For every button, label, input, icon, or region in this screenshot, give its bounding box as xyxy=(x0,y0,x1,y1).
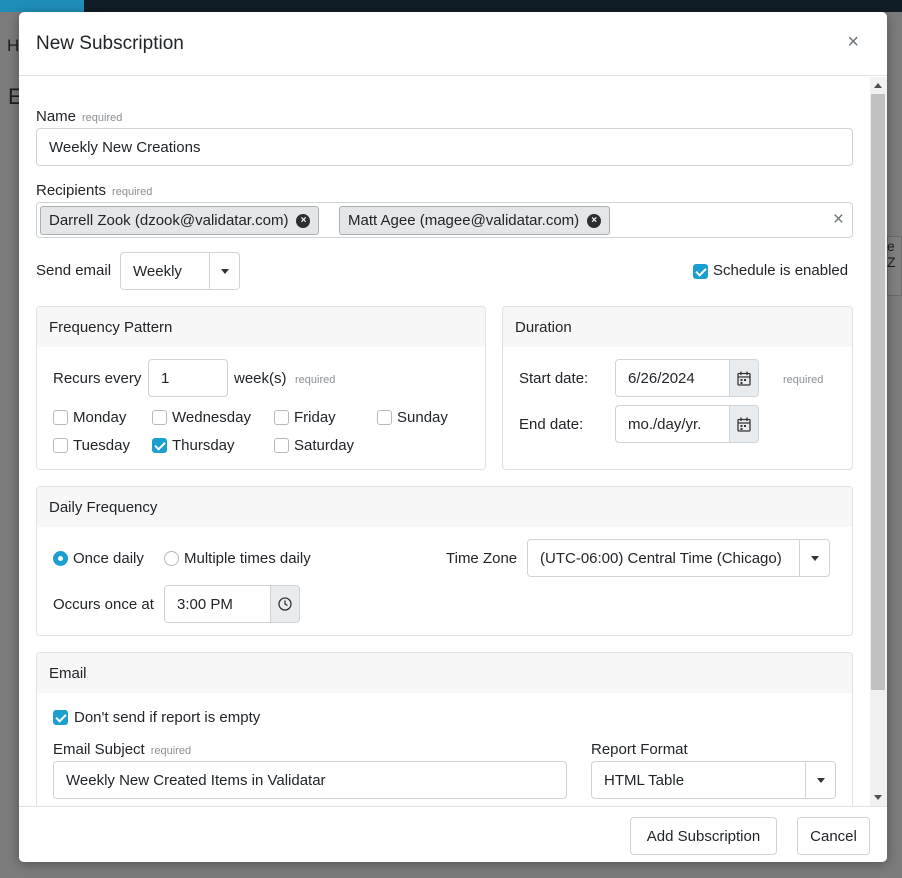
send-email-select[interactable]: Weekly xyxy=(120,252,240,290)
day-checkbox-friday[interactable] xyxy=(274,410,289,425)
email-subject-label: Email Subject required xyxy=(53,741,191,758)
once-daily-label: Once daily xyxy=(73,550,144,567)
modal-scrollbar[interactable] xyxy=(870,77,887,806)
add-subscription-button[interactable]: Add Subscription xyxy=(630,817,777,855)
send-email-label: Send email xyxy=(36,262,112,279)
new-subscription-modal: New Subscription × Name required Weekly N… xyxy=(19,12,887,862)
chevron-down-icon xyxy=(805,762,835,798)
calendar-icon[interactable] xyxy=(729,360,758,396)
email-subject-label-text: Email Subject xyxy=(53,741,145,758)
start-date-required-hint: required xyxy=(783,374,824,386)
duration-card: Duration Start date: 6/26/2024 required … xyxy=(502,306,853,470)
daily-frequency-header: Daily Frequency xyxy=(37,487,852,527)
recipients-input[interactable]: Darrell Zook (dzook@validatar.com) × Mat… xyxy=(36,202,853,238)
end-date-input[interactable]: mo./day/yr. xyxy=(615,405,759,443)
recipient-chip: Matt Agee (magee@validatar.com) × xyxy=(339,206,611,235)
time-zone-value: (UTC-06:00) Central Time (Chicago) xyxy=(540,549,782,567)
report-format-select[interactable]: HTML Table xyxy=(591,761,836,799)
recurs-required-hint: required xyxy=(295,374,336,386)
scroll-down-icon[interactable] xyxy=(874,795,882,800)
time-value: 3:00 PM xyxy=(177,595,233,613)
scroll-up-icon[interactable] xyxy=(874,83,882,88)
weeks-unit-label: week(s) xyxy=(234,370,287,387)
email-title: Email xyxy=(49,665,87,682)
time-input[interactable]: 3:00 PM xyxy=(164,585,300,623)
recurs-every-label: Recurs every xyxy=(53,370,142,387)
recipients-label: Recipients required xyxy=(36,182,152,199)
email-header: Email xyxy=(37,653,852,693)
day-checkbox-wednesday[interactable] xyxy=(152,410,167,425)
modal-body: Name required Weekly New Creations Recipi… xyxy=(19,77,887,806)
multiple-times-radio[interactable] xyxy=(164,551,179,566)
day-checkbox-thursday[interactable] xyxy=(152,438,167,453)
name-required-hint: required xyxy=(82,112,123,124)
day-checkbox-tuesday[interactable] xyxy=(53,438,68,453)
report-format-label: Report Format xyxy=(591,741,688,758)
frequency-pattern-title: Frequency Pattern xyxy=(49,319,173,336)
start-date-value: 6/26/2024 xyxy=(628,369,695,387)
day-checkbox-sunday[interactable] xyxy=(377,410,392,425)
time-zone-select[interactable]: (UTC-06:00) Central Time (Chicago) xyxy=(527,539,830,577)
once-daily-radio[interactable] xyxy=(53,551,68,566)
day-label-wednesday: Wednesday xyxy=(172,409,251,426)
close-icon[interactable]: × xyxy=(847,32,859,52)
day-label-sunday: Sunday xyxy=(397,409,448,426)
day-label-thursday: Thursday xyxy=(172,437,235,454)
send-email-value: Weekly xyxy=(133,262,182,280)
day-label-saturday: Saturday xyxy=(294,437,355,454)
dont-send-empty-label: Don't send if report is empty xyxy=(74,709,261,726)
duration-header: Duration xyxy=(503,307,852,347)
backdrop-fragment: e Z xyxy=(887,238,896,270)
recipients-required-hint: required xyxy=(112,186,153,198)
recipient-chip-label: Darrell Zook (dzook@validatar.com) xyxy=(49,212,289,229)
time-zone-label: Time Zone xyxy=(446,550,518,567)
modal-title: New Subscription xyxy=(36,33,184,54)
dont-send-empty-checkbox[interactable] xyxy=(53,710,68,725)
backdrop-text-h: H xyxy=(7,36,20,55)
email-card: Email Don't send if report is empty Emai… xyxy=(36,652,853,806)
daily-frequency-card: Daily Frequency Once daily Multiple time… xyxy=(36,486,853,636)
remove-recipient-icon[interactable]: × xyxy=(296,213,311,228)
name-label-text: Name xyxy=(36,108,77,125)
email-subject-required-hint: required xyxy=(150,745,192,757)
occurs-once-label: Occurs once at xyxy=(53,596,154,613)
recipient-chip: Darrell Zook (dzook@validatar.com) × xyxy=(40,206,320,235)
end-date-label: End date: xyxy=(519,416,584,433)
start-date-label: Start date: xyxy=(519,370,589,387)
app-top-bar-active-tab xyxy=(0,0,84,12)
end-date-placeholder: mo./day/yr. xyxy=(628,415,702,433)
recurs-every-input[interactable]: 1 xyxy=(148,359,228,397)
day-checkbox-saturday[interactable] xyxy=(274,438,289,453)
scrollbar-thumb[interactable] xyxy=(871,94,885,690)
clock-icon[interactable] xyxy=(270,586,299,622)
clear-recipients-icon[interactable]: × xyxy=(833,209,844,231)
modal-header: New Subscription × xyxy=(19,12,887,76)
email-subject-input[interactable]: Weekly New Created Items in Validatar xyxy=(53,761,567,799)
name-label: Name required xyxy=(36,108,122,125)
frequency-pattern-card: Frequency Pattern Recurs every 1 week(s)… xyxy=(36,306,486,470)
start-date-input[interactable]: 6/26/2024 xyxy=(615,359,759,397)
daily-frequency-title: Daily Frequency xyxy=(49,499,158,516)
duration-title: Duration xyxy=(515,319,572,336)
frequency-pattern-header: Frequency Pattern xyxy=(37,307,485,347)
cancel-button[interactable]: Cancel xyxy=(797,817,870,855)
app-top-bar xyxy=(0,0,902,12)
calendar-icon[interactable] xyxy=(729,406,758,442)
day-label-tuesday: Tuesday xyxy=(73,437,130,454)
schedule-enabled-label: Schedule is enabled xyxy=(713,262,849,279)
multiple-times-label: Multiple times daily xyxy=(184,550,311,567)
recipients-label-text: Recipients xyxy=(36,182,107,199)
chevron-down-icon xyxy=(209,253,239,289)
recipient-chip-label: Matt Agee (magee@validatar.com) xyxy=(348,212,580,229)
day-label-monday: Monday xyxy=(73,409,127,426)
report-format-value: HTML Table xyxy=(604,771,685,789)
day-label-friday: Friday xyxy=(294,409,336,426)
schedule-enabled-checkbox[interactable] xyxy=(693,264,708,279)
remove-recipient-icon[interactable]: × xyxy=(587,213,602,228)
name-input[interactable]: Weekly New Creations xyxy=(36,128,853,166)
modal-footer: Add Subscription Cancel xyxy=(19,806,887,862)
chevron-down-icon xyxy=(799,540,829,576)
day-checkbox-monday[interactable] xyxy=(53,410,68,425)
